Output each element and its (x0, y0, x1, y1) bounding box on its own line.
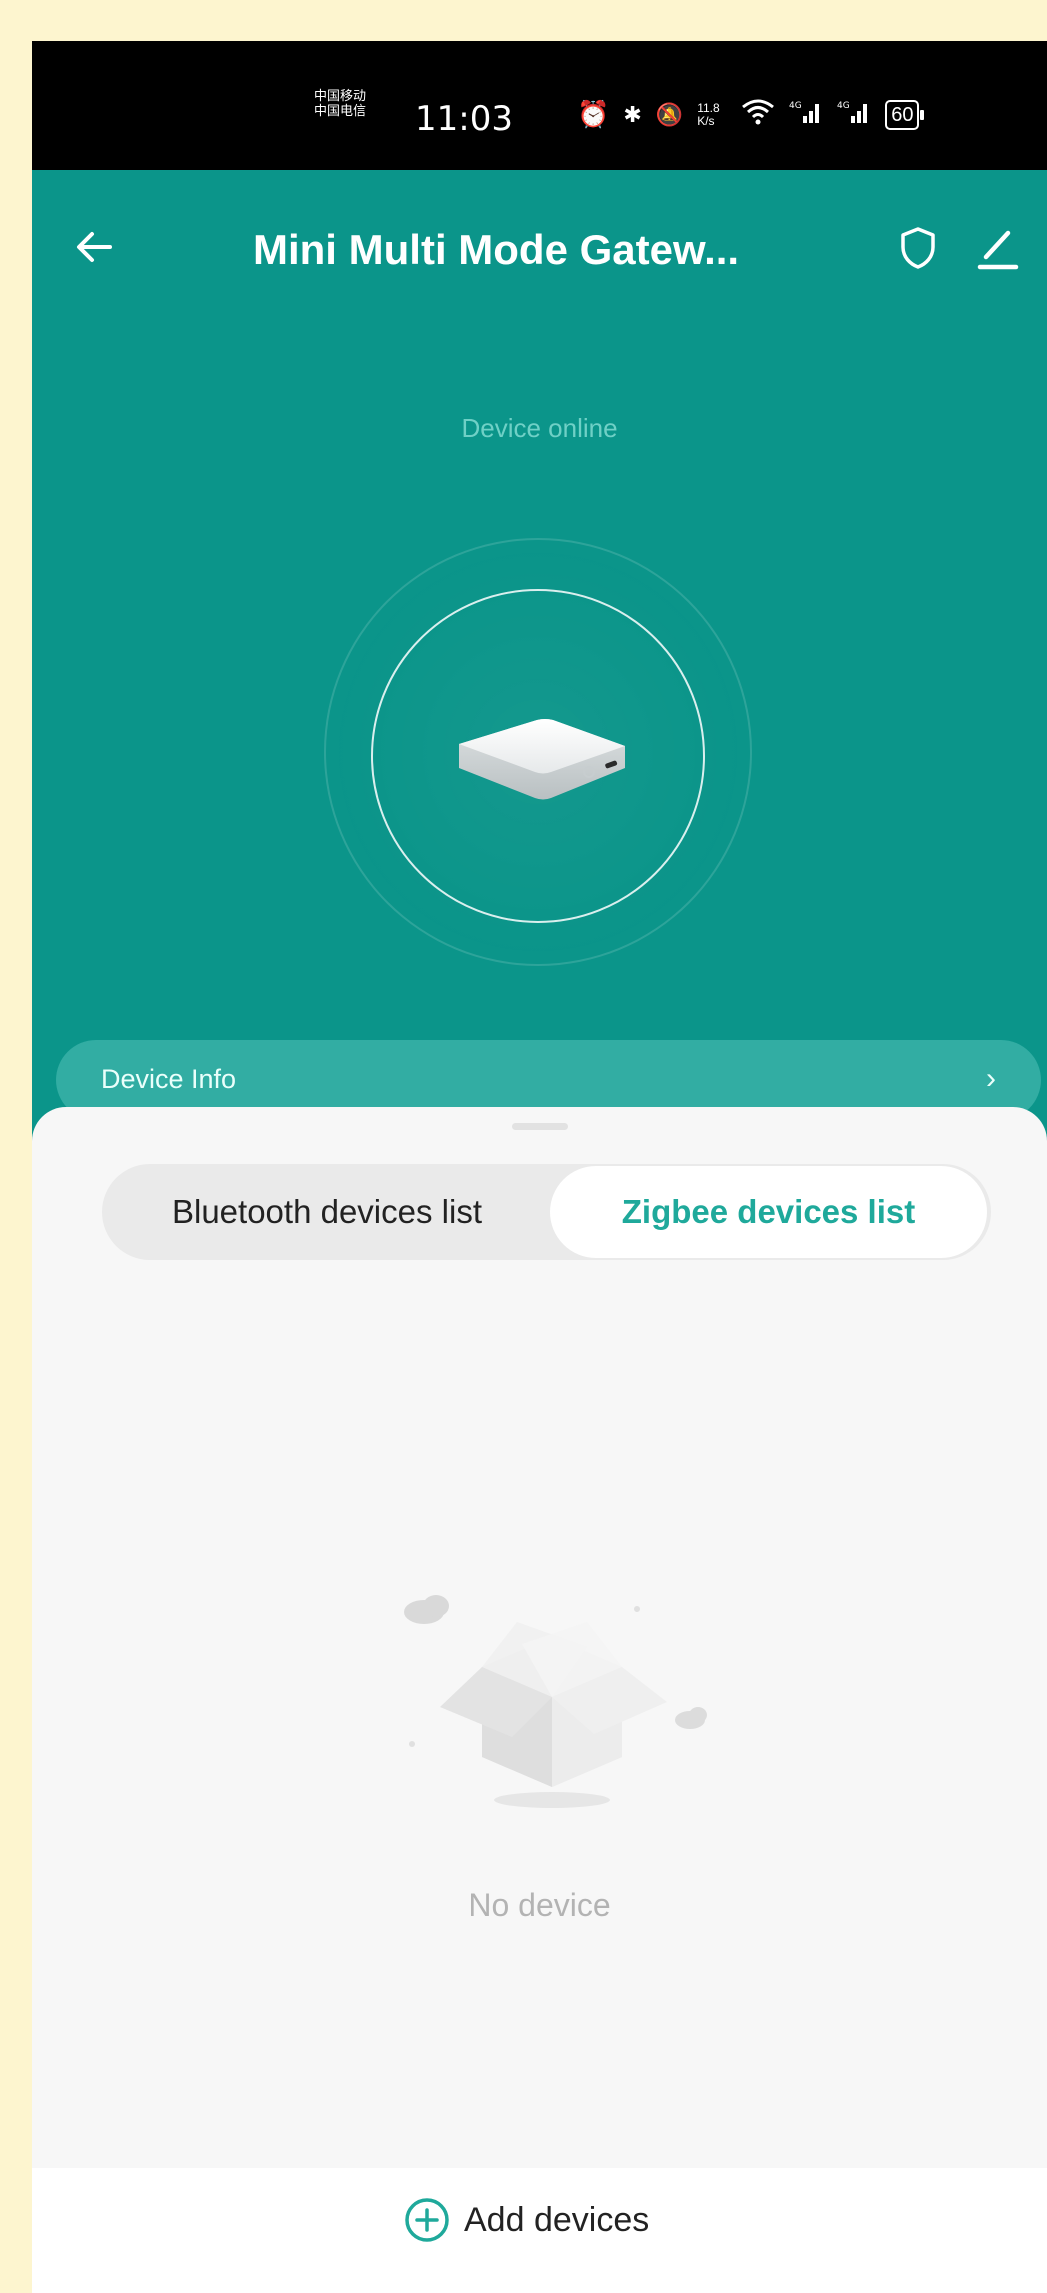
carrier-labels: 中国移动 中国电信 (314, 89, 366, 119)
svg-text:4G: 4G (837, 101, 850, 111)
list-tabs: Bluetooth devices list Zigbee devices li… (102, 1164, 991, 1260)
tab-zigbee-devices[interactable]: Zigbee devices list (550, 1166, 987, 1258)
device-status: Device online (461, 413, 618, 443)
carrier-1: 中国移动 (314, 89, 367, 104)
shield-icon[interactable] (898, 225, 938, 271)
edit-icon[interactable] (976, 225, 1020, 271)
device-hero: Mini Multi Mode Gatew... Device online D… (32, 170, 1047, 1150)
phone-screen: 中国移动 中国电信 11:03 ⏰ ✱ 🔕 11.8 K/s 4G 4G 60 (32, 41, 1047, 2293)
bluetooth-icon: ✱ (623, 101, 642, 127)
top-bar: Mini Multi Mode Gatew... (32, 170, 1047, 300)
battery-icon: 60 (885, 99, 925, 130)
status-bar: 中国移动 中国电信 11:03 ⏰ ✱ 🔕 11.8 K/s 4G 4G 60 (32, 41, 1047, 170)
net-speed: 11.8 K/s (697, 100, 720, 128)
plus-circle-icon (405, 2198, 449, 2242)
svg-text:4G: 4G (789, 101, 802, 111)
page-title: Mini Multi Mode Gatew... (253, 226, 740, 273)
carrier-2: 中国电信 (314, 104, 367, 119)
signal-icon: 4G (789, 98, 823, 131)
wifi-icon (741, 97, 775, 132)
empty-box-icon (382, 1512, 722, 1812)
add-devices-button[interactable]: Add devices (404, 2190, 649, 2250)
mute-icon: 🔕 (655, 101, 684, 127)
gateway-device-image (447, 698, 637, 808)
add-devices-label: Add devices (464, 2200, 650, 2239)
status-time: 11:03 (415, 99, 513, 139)
status-icons: ⏰ ✱ 🔕 11.8 K/s 4G 4G 60 (577, 97, 925, 132)
device-info-label: Device Info (101, 1064, 237, 1094)
empty-state-text: No device (468, 1887, 611, 1923)
signal-icon: 4G (837, 98, 871, 131)
alarm-icon: ⏰ (577, 99, 610, 129)
sheet-handle[interactable] (512, 1123, 568, 1130)
chevron-right-icon: › (986, 1062, 996, 1095)
footer-bar: Add devices (32, 2168, 1047, 2293)
back-arrow-icon[interactable] (70, 222, 120, 272)
device-list-sheet: Bluetooth devices list Zigbee devices li… (32, 1107, 1047, 2293)
tab-bluetooth-devices[interactable]: Bluetooth devices list (102, 1164, 552, 1260)
